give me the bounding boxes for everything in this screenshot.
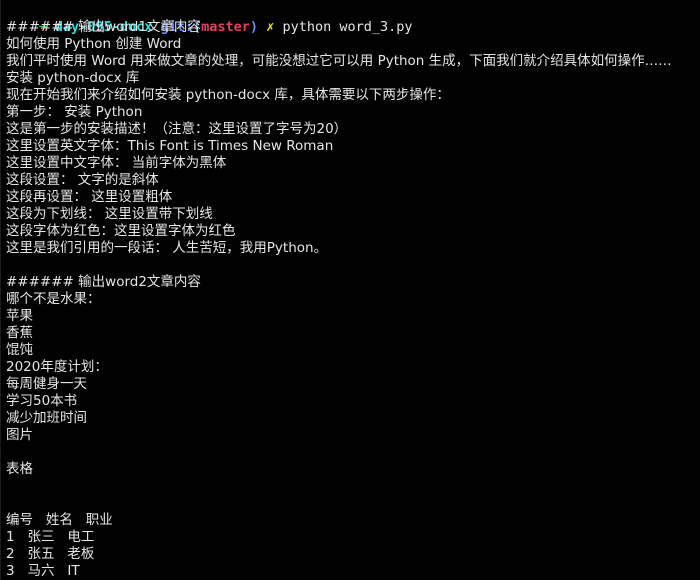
output-blank-line bbox=[1, 257, 700, 274]
output-line: 学习50本书 bbox=[6, 393, 78, 409]
output-line: 这段为下划线： 这里设置带下划线 bbox=[6, 206, 213, 222]
output-line: 哪个不是水果： bbox=[6, 291, 101, 307]
output-line: 2 张五 老板 bbox=[6, 546, 95, 562]
prompt-line: ➜ day-095-docx git:(master) ✗ python wor… bbox=[1, 2, 700, 35]
output-blank-line bbox=[1, 444, 700, 461]
output-line: 这里设置中文字体： 当前字体为黑体 bbox=[6, 155, 227, 171]
output-line: 这段字体为红色：这里设置字体为红色 bbox=[6, 223, 236, 239]
output-line: 减少加班时间 bbox=[6, 410, 87, 426]
output-line: 苹果 bbox=[6, 308, 33, 324]
output-line: 这段再设置： 这里设置粗体 bbox=[6, 189, 173, 205]
output-line: 这里设置英文字体：This Font is Times New Roman bbox=[6, 138, 334, 154]
output-line: 这里是我们引用的一段话： 人生苦短，我用Python。 bbox=[6, 240, 328, 256]
output-line: 图片 bbox=[6, 427, 33, 443]
terminal-window[interactable]: ➜ day-095-docx git:(master) ✗ python wor… bbox=[0, 0, 700, 580]
output-line: ###### 输出word2文章内容 bbox=[6, 274, 201, 290]
prompt-git-suffix: ) bbox=[249, 19, 259, 35]
output-line: 表格 bbox=[6, 461, 33, 477]
output-line: 第一步： 安装 Python bbox=[6, 104, 143, 120]
prompt-git-branch: master bbox=[201, 19, 250, 35]
output-line: 3 马六 IT bbox=[6, 563, 80, 579]
output-blank-line bbox=[1, 495, 700, 512]
prompt-space-3 bbox=[258, 19, 266, 35]
output-line: 我们平时使用 Word 用来做文章的处理，可能没想过它可以用 Python 生成… bbox=[6, 53, 672, 69]
output-line: 2020年度计划： bbox=[6, 359, 108, 375]
output-line: 编号 姓名 职业 bbox=[6, 512, 113, 528]
output-line: 现在开始我们来介绍如何安装 python-docx 库，具体需要以下两步操作： bbox=[6, 87, 450, 103]
terminal-output: ###### 输出word1文章内容 如何使用 Python 创建 Word 我们平… bbox=[1, 19, 700, 580]
output-line: 每周健身一天 bbox=[6, 376, 87, 392]
prompt-command: python word_3.py bbox=[282, 19, 413, 35]
output-line: 香蕉 bbox=[6, 325, 33, 341]
output-line: 馄饨 bbox=[6, 342, 33, 358]
output-line: 1 张三 电工 bbox=[6, 529, 95, 545]
output-line: 安装 python-docx 库 bbox=[6, 70, 140, 86]
output-line: 这段设置： 文字的是斜体 bbox=[6, 172, 159, 188]
output-line: 如何使用 Python 创建 Word bbox=[6, 36, 182, 52]
output-line: 这是第一步的安装描述！（注意：这里设置了字号为20） bbox=[6, 121, 348, 137]
output-blank-line bbox=[1, 478, 700, 495]
